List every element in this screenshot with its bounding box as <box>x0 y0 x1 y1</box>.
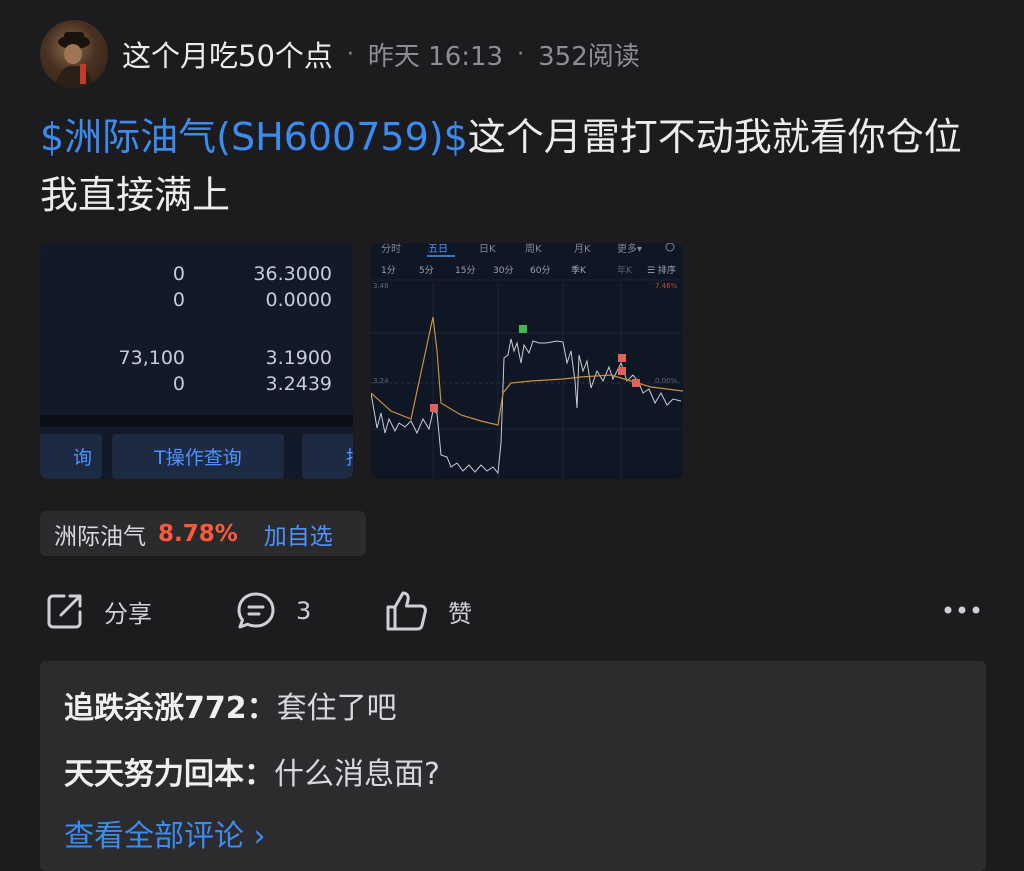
price-label: 3.24 <box>373 377 389 385</box>
query-button: 询 <box>40 434 102 479</box>
stock-chart: 分时 五日 日K 周K 月K 更多▾ 1分 5分 15分 30分 60分 季K … <box>371 243 683 479</box>
thumbs-up-icon <box>386 591 427 631</box>
comment-icon <box>237 592 275 629</box>
stock-change: 8.78% <box>158 520 238 547</box>
post-image-2[interactable]: 分时 五日 日K 周K 月K 更多▾ 1分 5分 15分 30分 60分 季K … <box>371 243 683 479</box>
period-tab: 日K <box>479 244 496 255</box>
sell-marker <box>618 367 626 375</box>
t-operation-query-button: T操作查询 <box>112 434 284 479</box>
comment-button[interactable]: 3 <box>234 588 311 634</box>
quote-left-2: 0 <box>172 289 185 311</box>
divider <box>40 415 353 427</box>
stock-name: 洲际油气 <box>54 523 146 550</box>
stock-link[interactable]: $洲际油气(SH600759)$ <box>40 115 468 159</box>
interval-tab: 15分 <box>455 265 475 276</box>
comment-separator: ： <box>244 757 274 792</box>
comment-text: 什么消息面? <box>274 757 440 792</box>
comment-item[interactable]: 天天努力回本：什么消息面? <box>64 749 440 793</box>
share-button[interactable]: 分享 <box>44 588 152 634</box>
comment-item[interactable]: 追跌杀涨772：套住了吧 <box>64 683 397 727</box>
comment-separator: ： <box>246 691 277 726</box>
sell-marker <box>632 379 640 387</box>
pct-label: 7.46% <box>655 282 678 290</box>
share-icon <box>47 594 82 629</box>
share-label: 分享 <box>104 599 152 628</box>
interval-tab: 60分 <box>530 265 550 276</box>
pct-label: 0.00% <box>655 377 678 385</box>
period-tab: 更多▾ <box>617 243 642 255</box>
buy-marker <box>519 325 527 333</box>
comments-section: 追跌杀涨772：套住了吧 天天努力回本：什么消息面? 查看全部评论 › <box>40 661 986 871</box>
view-count: 352阅读 <box>538 41 640 72</box>
like-button[interactable]: 赞 <box>384 588 472 634</box>
quote-right-4: 3.2439 <box>265 373 332 395</box>
post-image-1[interactable]: 0 36.3000 0 0.0000 73,100 3.1900 0 3.243… <box>40 243 353 479</box>
post-time: 昨天 16:13 <box>367 41 504 72</box>
quote-right-3: 3.1900 <box>265 347 332 369</box>
post-header: 这个月吃50个点 · 昨天 16:13 · 352阅读 <box>122 30 640 78</box>
period-tab: 周K <box>525 243 542 255</box>
interval-tab: 5分 <box>419 265 434 276</box>
add-watchlist-button[interactable]: 加自选 <box>264 517 333 551</box>
sell-marker <box>430 404 438 412</box>
like-label: 赞 <box>448 599 472 628</box>
period-tab: 月K <box>574 243 591 255</box>
quote-right-1: 36.3000 <box>253 263 332 285</box>
quote-left-3: 73,100 <box>118 347 185 369</box>
stock-tag[interactable]: 洲际油气 8.78% 加自选 <box>40 511 366 556</box>
period-tab: 分时 <box>381 243 401 255</box>
avatar[interactable] <box>40 20 108 88</box>
interval-tab: ☰ 排序 <box>647 264 676 276</box>
interval-tab: 季K <box>571 264 587 276</box>
price-label: 3.48 <box>373 282 389 290</box>
interval-tab: 30分 <box>493 265 513 276</box>
sell-marker <box>618 354 626 362</box>
period-tab-active: 五日 <box>428 244 448 255</box>
hold-button: 持 <box>302 434 353 479</box>
post-body: $洲际油气(SH600759)$这个月雷打不动我就看你仓位我直接满上 <box>40 108 990 224</box>
more-icon[interactable] <box>942 600 982 620</box>
quote-right-2: 0.0000 <box>265 289 332 311</box>
comment-text: 套住了吧 <box>276 691 397 726</box>
author-name[interactable]: 这个月吃50个点 <box>122 33 333 75</box>
separator-dot: · <box>517 41 525 67</box>
comment-author[interactable]: 天天努力回本 <box>64 757 244 792</box>
comment-count: 3 <box>296 597 312 625</box>
separator-dot: · <box>346 41 354 67</box>
comment-author[interactable]: 追跌杀涨772 <box>64 691 247 726</box>
interval-tab: 1分 <box>381 265 396 276</box>
view-all-comments-link[interactable]: 查看全部评论 › <box>64 811 266 855</box>
interval-tab: 年K <box>617 264 633 276</box>
quote-left-1: 0 <box>172 263 185 285</box>
quote-left-4: 0 <box>172 373 185 395</box>
